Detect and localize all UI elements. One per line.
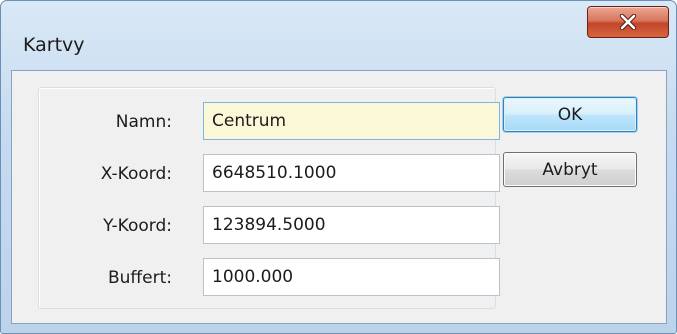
buffer-field[interactable] bbox=[203, 258, 500, 296]
window-title: Kartvy bbox=[23, 34, 85, 56]
ok-button[interactable]: OK bbox=[503, 97, 637, 132]
title-bar[interactable]: Kartvy bbox=[1, 1, 676, 71]
cancel-button[interactable]: Avbryt bbox=[503, 152, 637, 187]
name-label: Namn: bbox=[115, 112, 172, 132]
buffer-label: Buffert: bbox=[108, 268, 172, 288]
x-coord-label: X-Koord: bbox=[100, 164, 172, 184]
name-field[interactable] bbox=[203, 102, 500, 140]
y-coord-label: Y-Koord: bbox=[103, 216, 172, 236]
y-coord-field[interactable] bbox=[203, 206, 500, 244]
close-icon bbox=[619, 14, 637, 30]
fields-group: Namn: X-Koord: Y-Koord: Buffert: bbox=[38, 87, 500, 309]
close-button[interactable] bbox=[587, 6, 669, 38]
dialog-window: Kartvy Namn: X-Koord: Y-Koord: Buffert: … bbox=[0, 0, 677, 334]
x-coord-field[interactable] bbox=[203, 154, 500, 192]
dialog-client-area: Namn: X-Koord: Y-Koord: Buffert: OK Avbr… bbox=[11, 70, 667, 324]
